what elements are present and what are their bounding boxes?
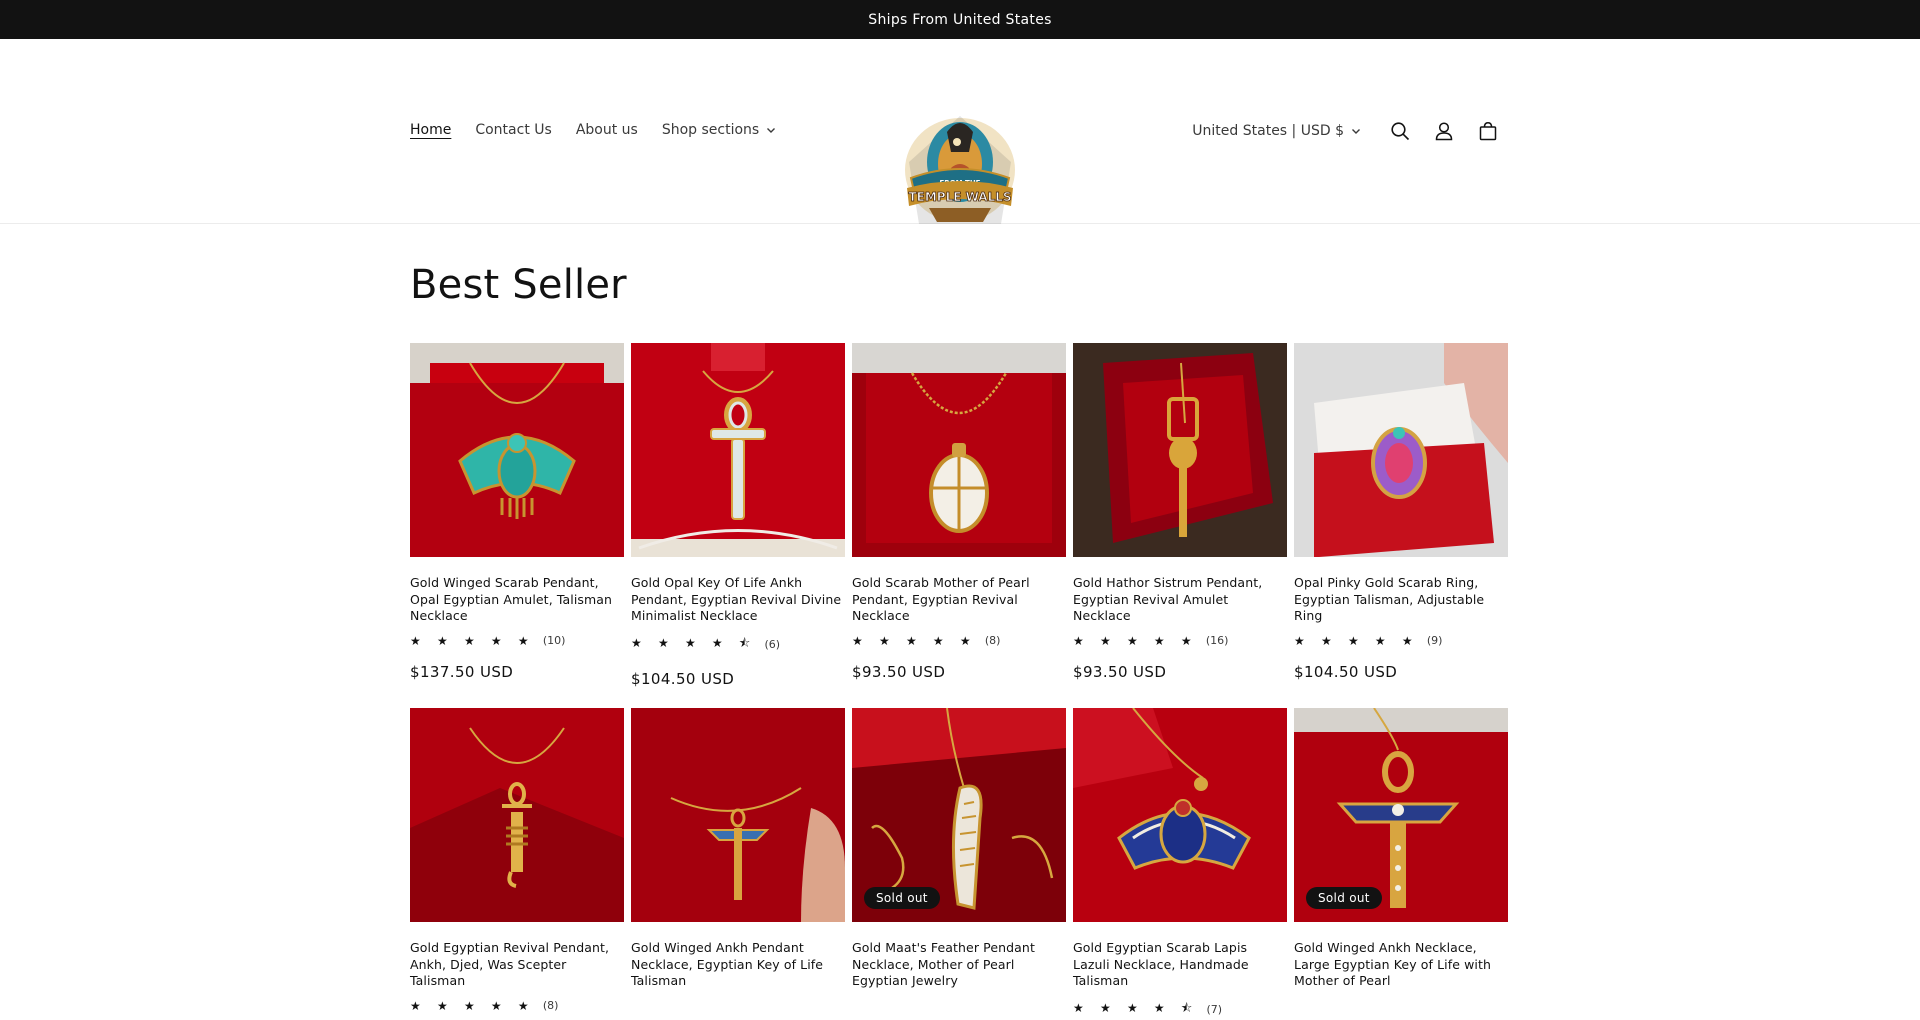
product-card[interactable]: Gold Opal Key Of Life Ankh Pendant, Egyp… <box>631 343 845 688</box>
rating-stars: ★ ★ ★ ★ ★ <box>1073 633 1198 648</box>
nav-contact-label: Contact Us <box>475 122 552 138</box>
nav-home[interactable]: Home <box>410 122 451 138</box>
product-image[interactable] <box>631 343 845 557</box>
winged-scarab-pendant-image <box>410 343 624 557</box>
section-title: Best Seller <box>410 262 627 308</box>
product-rating: ★ ★ ★ ★ ★ (8) <box>410 999 624 1013</box>
product-rating: ★ ★ ★ ★ ⯪ (7) <box>1073 999 1287 1020</box>
review-count: (16) <box>1205 634 1229 647</box>
rating-stars: ★ ★ ★ ★ ⯪ <box>1073 1000 1199 1015</box>
rating-stars: ★ ★ ★ ★ ★ <box>410 998 535 1013</box>
product-image[interactable]: Sold out <box>1294 708 1508 922</box>
product-card[interactable]: Gold Egyptian Revival Pendant, Ankh, Dje… <box>410 708 624 1013</box>
account-icon <box>1435 122 1453 141</box>
product-card[interactable]: Sold out Gold Winged Ankh Necklace, Larg… <box>1294 708 1508 990</box>
product-image[interactable]: Sold out <box>852 708 1066 922</box>
product-rating: ★ ★ ★ ★ ★ (9) <box>1294 634 1508 648</box>
product-card[interactable]: Gold Winged Scarab Pendant, Opal Egyptia… <box>410 343 624 681</box>
search-button[interactable] <box>1378 109 1422 153</box>
logo-text-bottom: TEMPLE WALLS <box>908 190 1011 204</box>
product-title[interactable]: Gold Maat's Feather Pendant Necklace, Mo… <box>852 940 1066 990</box>
product-image[interactable] <box>631 708 845 922</box>
review-count: (8) <box>542 999 559 1012</box>
cart-button[interactable] <box>1466 109 1510 153</box>
product-image[interactable] <box>410 708 624 922</box>
product-rating: ★ ★ ★ ★ ⯪ (6) <box>631 634 845 655</box>
nav-shop-label: Shop sections <box>661 122 760 138</box>
site-header: Home Contact Us About us Shop sections F… <box>0 39 1920 224</box>
product-price: $137.50 USD <box>410 662 514 681</box>
nav-shop-sections[interactable]: Shop sections <box>662 122 777 138</box>
nav-about-label: About us <box>575 122 638 138</box>
product-image[interactable] <box>1073 708 1287 922</box>
product-title[interactable]: Gold Hathor Sistrum Pendant, Egyptian Re… <box>1073 575 1287 625</box>
store-logo[interactable]: FROM THE TEMPLE WALLS <box>899 112 1021 228</box>
rating-stars: ★ ★ ★ ★ ⯪ <box>631 635 757 650</box>
cart-icon <box>1479 122 1497 141</box>
product-image[interactable] <box>1294 343 1508 557</box>
product-title[interactable]: Gold Winged Ankh Necklace, Large Egyptia… <box>1294 940 1508 990</box>
product-price: $93.50 USD <box>1073 662 1167 681</box>
product-price: $104.50 USD <box>1294 662 1398 681</box>
product-price: $104.50 USD <box>631 669 735 688</box>
review-count: (10) <box>542 634 566 647</box>
review-count: (8) <box>984 634 1001 647</box>
nav-home-label: Home <box>410 122 452 138</box>
ankh-pendant-image <box>631 343 845 557</box>
product-image[interactable] <box>852 343 1066 557</box>
product-image[interactable] <box>410 343 624 557</box>
sold-out-badge: Sold out <box>864 887 940 909</box>
product-card[interactable]: Gold Winged Ankh Pendant Necklace, Egypt… <box>631 708 845 990</box>
product-title[interactable]: Gold Opal Key Of Life Ankh Pendant, Egyp… <box>631 575 845 625</box>
product-card[interactable]: Gold Egyptian Scarab Lapis Lazuli Neckla… <box>1073 708 1287 1020</box>
product-image[interactable] <box>1073 343 1287 557</box>
rating-stars: ★ ★ ★ ★ ★ <box>852 633 977 648</box>
chevron-down-icon <box>767 128 776 133</box>
product-title[interactable]: Gold Winged Ankh Pendant Necklace, Egypt… <box>631 940 845 990</box>
rating-stars: ★ ★ ★ ★ ★ <box>410 633 535 648</box>
review-count: (6) <box>764 637 781 651</box>
product-title[interactable]: Opal Pinky Gold Scarab Ring, Egyptian Ta… <box>1294 575 1508 625</box>
announcement-bar: Ships From United States <box>0 0 1920 39</box>
search-icon <box>1391 122 1410 141</box>
product-title[interactable]: Gold Winged Scarab Pendant, Opal Egyptia… <box>410 575 624 625</box>
djed-pendant-image <box>410 708 624 922</box>
rating-stars: ★ ★ ★ ★ ★ <box>1294 633 1419 648</box>
product-title[interactable]: Gold Egyptian Revival Pendant, Ankh, Dje… <box>410 940 624 990</box>
product-rating: ★ ★ ★ ★ ★ (10) <box>410 634 624 648</box>
product-card[interactable]: Sold out Gold Maat's Feather Pendant Nec… <box>852 708 1066 990</box>
main-nav: Home Contact Us About us Shop sections <box>410 122 777 138</box>
country-currency-selector[interactable]: United States | USD $ <box>1192 123 1362 139</box>
product-title[interactable]: Gold Egyptian Scarab Lapis Lazuli Neckla… <box>1073 940 1287 990</box>
chevron-down-icon <box>1352 129 1360 134</box>
winged-ankh-pendant-image <box>631 708 845 922</box>
sold-out-badge: Sold out <box>1306 887 1382 909</box>
account-button[interactable] <box>1422 109 1466 153</box>
product-price: $93.50 USD <box>852 662 946 681</box>
scarab-ring-image <box>1294 343 1508 557</box>
review-count: (9) <box>1426 634 1443 647</box>
review-count: (7) <box>1206 1002 1223 1016</box>
country-currency-label: United States | USD $ <box>1192 123 1344 139</box>
product-rating: ★ ★ ★ ★ ★ (16) <box>1073 634 1287 648</box>
nav-about-us[interactable]: About us <box>576 122 638 138</box>
product-card[interactable]: Gold Hathor Sistrum Pendant, Egyptian Re… <box>1073 343 1287 681</box>
sistrum-pendant-image <box>1073 343 1287 557</box>
pearl-scarab-pendant-image <box>852 343 1066 557</box>
product-card[interactable]: Opal Pinky Gold Scarab Ring, Egyptian Ta… <box>1294 343 1508 681</box>
announcement-text: Ships From United States <box>868 11 1052 28</box>
product-card[interactable]: Gold Scarab Mother of Pearl Pendant, Egy… <box>852 343 1066 681</box>
nav-contact-us[interactable]: Contact Us <box>475 122 551 138</box>
lapis-scarab-necklace-image <box>1073 708 1287 922</box>
product-title[interactable]: Gold Scarab Mother of Pearl Pendant, Egy… <box>852 575 1066 625</box>
header-utilities: United States | USD $ <box>1192 117 1510 145</box>
product-rating: ★ ★ ★ ★ ★ (8) <box>852 634 1066 648</box>
